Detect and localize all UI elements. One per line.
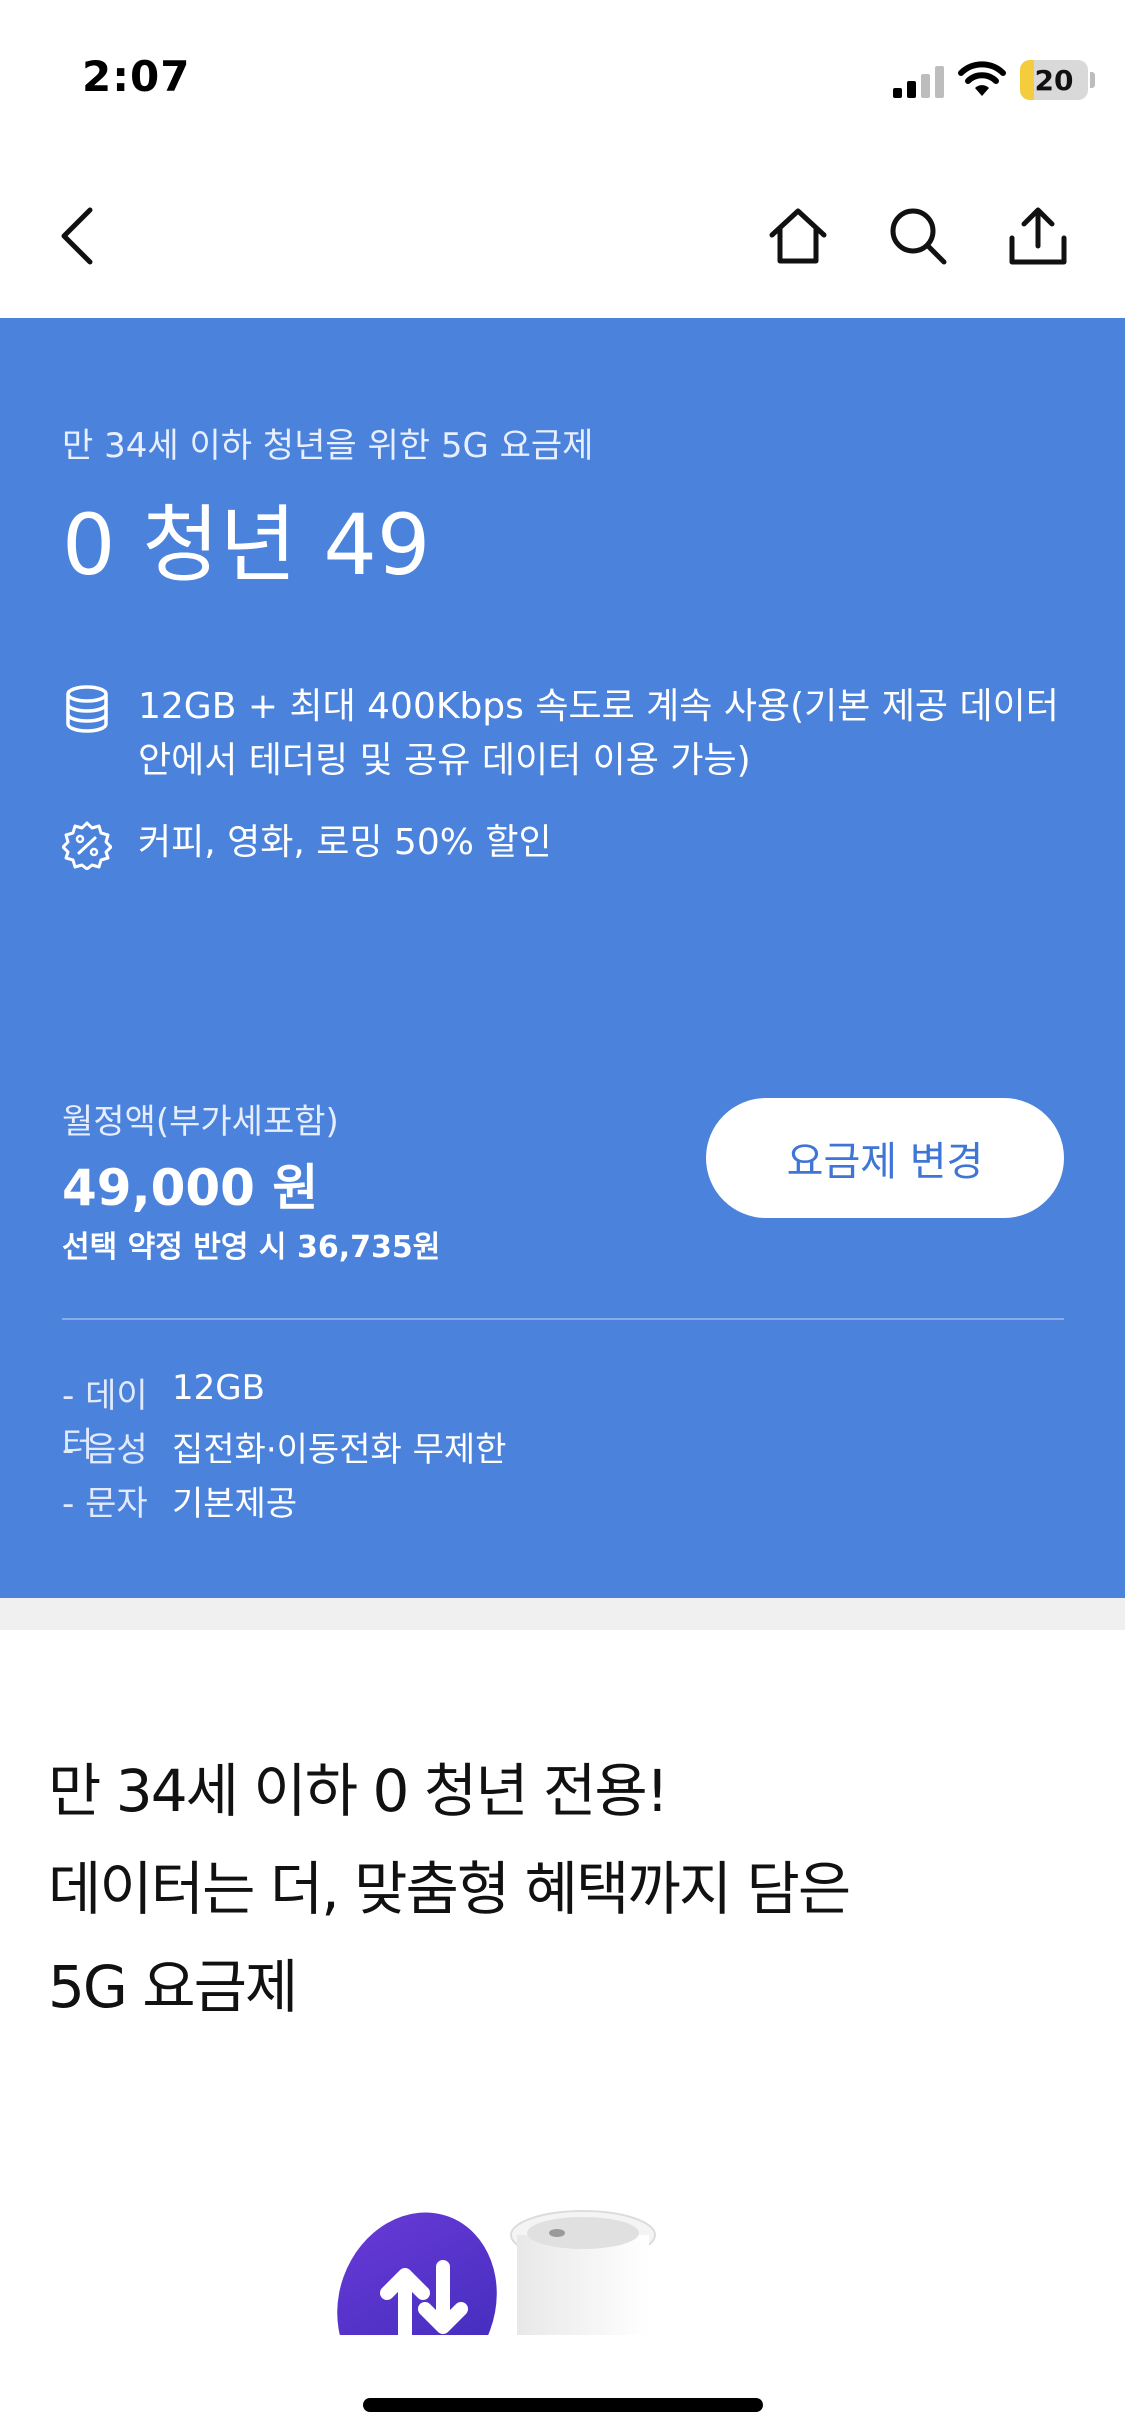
data-arrows-icon — [337, 2212, 497, 2335]
divider — [62, 1318, 1064, 1320]
battery-tip — [1090, 72, 1095, 88]
home-button[interactable] — [758, 196, 838, 276]
illustration-graphic — [337, 2210, 656, 2335]
share-icon — [1009, 207, 1067, 265]
plan-subtitle: 만 34세 이하 청년을 위한 5G 요금제 — [62, 426, 594, 466]
database-icon — [66, 685, 108, 733]
search-button[interactable] — [878, 196, 958, 276]
promo-line: 만 34세 이하 0 청년 전용! — [48, 1757, 669, 1825]
price-label: 월정액(부가세포함) — [62, 1102, 339, 1142]
promo-line: 데이터는 더, 맞춤형 혜택까지 담은 — [48, 1855, 851, 1923]
feature-data-text: 12GB + 최대 400Kbps 속도로 계속 사용(기본 제공 데이터 안에… — [138, 686, 1059, 781]
back-button[interactable] — [38, 196, 118, 276]
section-separator — [0, 1598, 1125, 1630]
status-bar: 2:07 20 — [0, 0, 1125, 160]
spec-name: - 음성 — [62, 1430, 148, 1470]
coffee-cup-icon — [510, 2210, 656, 2335]
spec-row: - 문자 기본제공 — [62, 1476, 297, 1525]
search-icon — [890, 208, 947, 265]
discount-price: 선택 약정 반영 시 36,735원 — [62, 1230, 441, 1265]
share-button[interactable] — [998, 196, 1078, 276]
change-plan-button[interactable]: 요금제 변경 — [706, 1098, 1064, 1218]
promo-heading: 만 34세 이하 0 청년 전용! 데이터는 더, 맞춤형 혜택까지 담은 5G… — [48, 1742, 851, 2036]
battery-icon: 20 — [1020, 60, 1088, 100]
spec-name: - 문자 — [62, 1484, 148, 1524]
feature-data: 12GB + 최대 400Kbps 속도로 계속 사용(기본 제공 데이터 안에… — [62, 680, 1088, 788]
wifi-icon — [958, 61, 1006, 96]
plan-title: 0 청년 49 — [62, 496, 431, 594]
plan-hero: 만 34세 이하 청년을 위한 5G 요금제 0 청년 49 12GB + 최대… — [0, 318, 1125, 1598]
spec-value: 집전화·이동전화 무제한 — [172, 1430, 507, 1470]
feature-discount-text: 커피, 영화, 로밍 50% 할인 — [138, 822, 552, 863]
signal-icon — [893, 66, 944, 98]
status-time: 2:07 — [82, 52, 191, 101]
spec-row: - 음성 집전화·이동전화 무제한 — [62, 1422, 506, 1471]
promo-illustration — [335, 2195, 675, 2335]
promo-line: 5G 요금제 — [48, 1953, 298, 2021]
battery-level: 20 — [1034, 63, 1074, 97]
feature-discount: 커피, 영화, 로밍 50% 할인 — [62, 816, 1088, 870]
back-icon — [61, 207, 93, 265]
discount-badge-icon — [62, 821, 112, 870]
price-value: 49,000 원 — [62, 1159, 319, 1217]
home-indicator[interactable] — [363, 2398, 763, 2412]
nav-bar — [0, 160, 1125, 318]
home-icon — [769, 208, 827, 264]
spec-value: 기본제공 — [172, 1484, 298, 1524]
